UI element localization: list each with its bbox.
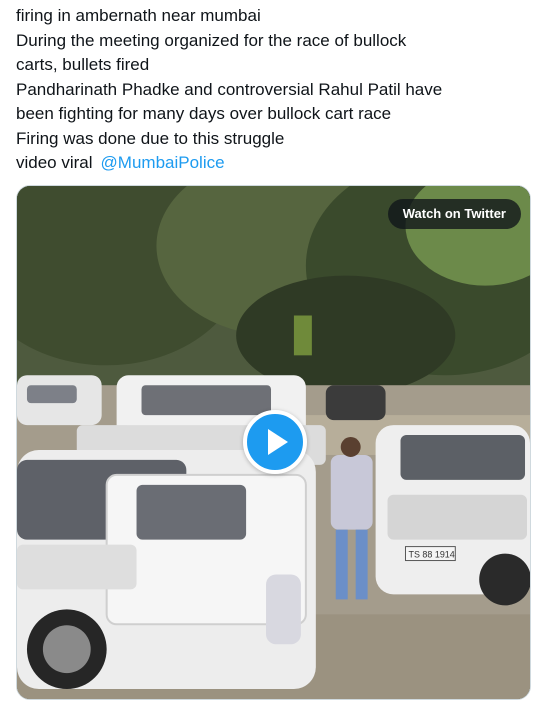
tweet-line-text: video viral bbox=[16, 153, 93, 172]
tweet-line-last: video viral @MumbaiPolice bbox=[16, 151, 526, 176]
tweet-line: Pandharinath Phadke and controversial Ra… bbox=[16, 79, 443, 99]
tweet-line: carts, bullets fired bbox=[16, 55, 150, 74]
tweet-line: firing in ambernath near mumbai bbox=[16, 6, 261, 25]
tweet-line: Firing was done due to this struggle bbox=[16, 128, 285, 148]
play-icon bbox=[268, 429, 288, 455]
tweet: firing in ambernath near mumbai During t… bbox=[0, 0, 538, 706]
watch-on-twitter-button[interactable]: Watch on Twitter bbox=[387, 199, 521, 229]
license-plate-text: TS 88 1914 bbox=[408, 550, 454, 560]
video-player[interactable]: TS 88 1914 Watch on Twitter bbox=[16, 185, 531, 700]
tweet-line: During the meeting organized for the rac… bbox=[16, 30, 407, 50]
mention-link[interactable]: @MumbaiPolice bbox=[101, 153, 225, 172]
play-button[interactable] bbox=[243, 410, 307, 474]
tweet-text: firing in ambernath near mumbai During t… bbox=[16, 4, 526, 176]
tweet-line: been fighting for many days over bullock… bbox=[16, 104, 392, 123]
